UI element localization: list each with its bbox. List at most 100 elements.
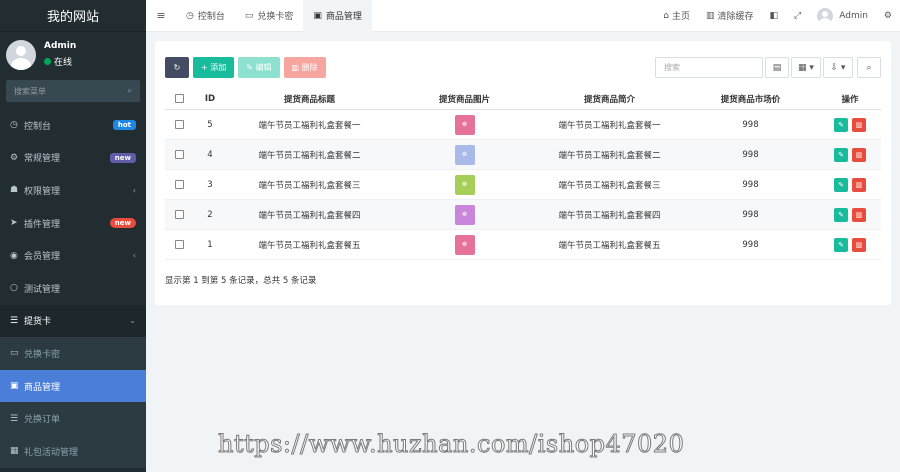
cell-price: 998 — [742, 179, 759, 190]
new-badge: new — [109, 218, 136, 229]
table-row[interactable]: 4 端午节员工福利礼盒套餐二 ❁ 端午节员工福利礼盒套餐二 998 ✎ ▥ — [165, 140, 881, 170]
toggle-view-button[interactable]: ▤ — [765, 57, 789, 78]
row-checkbox[interactable] — [174, 240, 184, 249]
user-circle-icon: ◉ — [10, 250, 18, 261]
refresh-button[interactable]: ↻ — [165, 57, 189, 78]
table-row[interactable]: 3 端午节员工福利礼盒套餐三 ❁ 端午节员工福利礼盒套餐三 998 ✎ ▥ — [165, 170, 881, 200]
row-edit-button[interactable]: ✎ — [834, 207, 848, 222]
user-status: 在线 — [44, 55, 76, 68]
sidebar-item-members[interactable]: ◉ 会员管理 ‹ — [0, 239, 146, 272]
row-checkbox[interactable] — [174, 120, 184, 129]
row-edit-button[interactable]: ✎ — [834, 117, 848, 132]
clear-cache-button[interactable]: ▥ 清除缓存 — [698, 9, 762, 23]
home-link[interactable]: ⌂ 主页 — [655, 9, 698, 23]
advanced-search-button[interactable]: ⌕ — [857, 57, 881, 78]
row-checkbox[interactable] — [174, 150, 184, 159]
sidebar-item-gift-events[interactable]: ▦ 礼包活动管理 — [0, 434, 146, 468]
product-thumbnail[interactable]: ❁ — [454, 174, 475, 195]
sidebar-item-addons[interactable]: ➤ 插件管理 new — [0, 207, 146, 240]
row-edit-button[interactable]: ✎ — [834, 147, 848, 162]
table-row[interactable]: 1 端午节员工福利礼盒套餐五 ❁ 端午节员工福利礼盒套餐五 998 ✎ ▥ — [165, 230, 881, 260]
tab-dashboard[interactable]: ◷ 控制台 — [176, 0, 235, 32]
row-edit-button[interactable]: ✎ — [834, 237, 848, 252]
sidebar-item-products[interactable]: ▣ 商品管理 — [0, 369, 146, 403]
sidebar-search-input[interactable]: 搜索菜单 ⌕ — [6, 80, 140, 102]
sidebar-item-dashboard[interactable]: ◷ 控制台 hot — [0, 109, 146, 142]
sidebar-item-redeem-codes[interactable]: ▭ 兑换卡密 — [0, 337, 146, 370]
row-delete-button[interactable]: ▥ — [852, 147, 866, 162]
sidebar-item-pickup-card[interactable]: ☰ 提货卡 ⌄ — [0, 304, 146, 338]
sidebar-item-label: 兑换卡密 — [24, 349, 61, 360]
chevron-down-icon: ⌄ — [129, 316, 136, 326]
row-checkbox[interactable] — [174, 180, 184, 189]
cell-actions: ✎ ▥ — [819, 177, 881, 192]
row-delete-button[interactable]: ▥ — [852, 177, 866, 192]
sidebar-item-test[interactable]: ○ 测试管理 — [0, 272, 146, 305]
row-delete-button[interactable]: ▥ — [852, 117, 866, 132]
table-search-input[interactable]: 搜索 — [655, 57, 763, 78]
shopping-bag-icon: ▣ — [10, 381, 19, 392]
product-thumbnail[interactable]: ❁ — [454, 144, 475, 165]
tab-redeem-codes[interactable]: ▭ 兑换卡密 — [235, 0, 304, 32]
pencil-icon: ✎ — [246, 63, 256, 72]
row-edit-button[interactable]: ✎ — [834, 177, 848, 192]
col-header-id[interactable]: ID — [193, 94, 227, 104]
settings-gear-icon[interactable]: ⚙ — [876, 11, 900, 21]
tab-label: 控制台 — [197, 12, 225, 22]
select-all-checkbox[interactable] — [174, 94, 184, 103]
topbar: ≡ ◷ 控制台 ▭ 兑换卡密 ▣ 商品管理 ⌂ 主页 ▥ 清除缓存 ◧ ⤢ Ad… — [146, 0, 900, 32]
sidebar-search-placeholder: 搜索菜单 — [14, 86, 46, 96]
sidebar-item-label: 会员管理 — [24, 252, 61, 263]
table-row[interactable]: 5 端午节员工福利礼盒套餐一 ❁ 端午节员工福利礼盒套餐一 998 ✎ ▥ — [165, 110, 881, 140]
edit-button-label: 编辑 — [255, 63, 272, 72]
col-header-image[interactable]: 提货商品图片 — [392, 93, 537, 105]
product-thumbnail[interactable]: ❁ — [454, 234, 475, 255]
table-row[interactable]: 2 端午节员工福利礼盒套餐四 ❁ 端午节员工福利礼盒套餐四 998 ✎ ▥ — [165, 200, 881, 230]
col-header-title[interactable]: 提货商品标题 — [227, 93, 392, 105]
product-table: ID 提货商品标题 提货商品图片 提货商品简介 提货商品市场价 操作 5 端午节员… — [165, 88, 881, 260]
cell-actions: ✎ ▥ — [819, 147, 881, 162]
user-status-label: 在线 — [54, 58, 73, 68]
language-icon[interactable]: ◧ — [762, 11, 787, 21]
tab-label: 商品管理 — [325, 12, 362, 22]
user-menu[interactable]: Admin — [809, 7, 876, 24]
row-delete-button[interactable]: ▥ — [852, 207, 866, 222]
brand-logo[interactable]: 我的网站 — [0, 0, 146, 32]
cell-title: 端午节员工福利礼盒套餐四 — [258, 210, 361, 221]
sidebar-item-label: 礼包活动管理 — [24, 447, 79, 458]
export-icon: ⇩ ▾ — [830, 62, 846, 73]
edit-button[interactable]: ✎ 编辑 — [238, 57, 280, 78]
add-button[interactable]: + 添加 — [193, 57, 235, 78]
hot-badge: hot — [112, 120, 136, 131]
sidebar-item-label: 控制台 — [24, 121, 52, 132]
fullscreen-icon[interactable]: ⤢ — [786, 11, 809, 21]
cell-price: 998 — [742, 119, 759, 130]
sidebar-menu: ◷ 控制台 hot ⚙ 常规管理 new ☗ 权限管理 ‹ ➤ 插件管理 new… — [0, 109, 146, 468]
tab-products[interactable]: ▣ 商品管理 — [303, 0, 372, 32]
online-dot-icon — [44, 58, 51, 65]
row-delete-button[interactable]: ▥ — [852, 237, 866, 252]
sidebar-item-auth[interactable]: ☗ 权限管理 ‹ — [0, 174, 146, 207]
col-header-desc[interactable]: 提货商品简介 — [537, 93, 682, 105]
sidebar-item-orders[interactable]: ☰ 兑换订单 — [0, 402, 146, 435]
product-thumbnail[interactable]: ❁ — [454, 204, 475, 225]
cell-desc: 端午节员工福利礼盒套餐二 — [558, 150, 661, 161]
delete-button[interactable]: ▥ 删除 — [283, 57, 326, 78]
cogs-icon: ⚙ — [10, 152, 19, 163]
cell-image: ❁ — [392, 204, 537, 225]
cell-image: ❁ — [392, 144, 537, 165]
search-icon[interactable]: ⌕ — [128, 86, 132, 96]
export-dropdown-button[interactable]: ⇩ ▾ — [823, 57, 853, 78]
product-thumbnail[interactable]: ❁ — [454, 114, 475, 135]
row-checkbox[interactable] — [174, 210, 184, 219]
user-name: Admin — [44, 41, 77, 51]
home-icon: ⌂ — [663, 10, 669, 21]
cell-price: 998 — [742, 209, 759, 220]
cell-title: 端午节员工福利礼盒套餐五 — [258, 240, 361, 251]
sidebar-toggle-icon[interactable]: ≡ — [146, 9, 176, 22]
columns-dropdown-button[interactable]: ▦ ▾ — [791, 57, 821, 78]
sidebar-item-general[interactable]: ⚙ 常规管理 new — [0, 142, 146, 175]
col-header-price[interactable]: 提货商品市场价 — [682, 93, 819, 105]
trash-icon: ▥ — [705, 10, 715, 21]
trash-icon: ▥ — [291, 63, 302, 72]
